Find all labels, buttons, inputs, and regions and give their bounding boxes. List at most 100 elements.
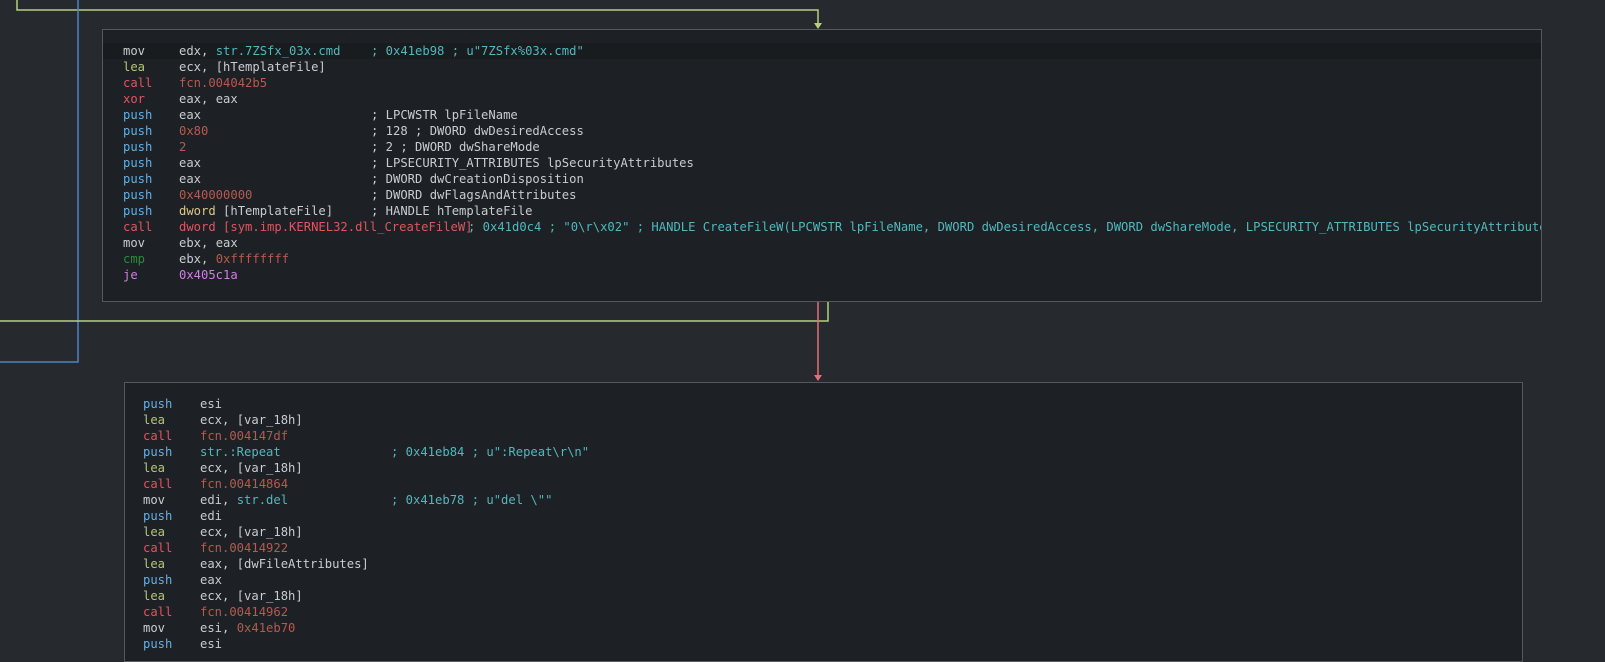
instruction-line[interactable]: cmp ebx, 0xffffffff <box>103 251 1541 267</box>
instruction-operand: 2 <box>179 140 187 154</box>
instruction-mnemonic: call <box>123 76 153 90</box>
instruction-comment: ; 0x41eb78 ; u"del \"" <box>391 493 553 507</box>
instruction-line[interactable]: lea ecx, [var_18h] <box>125 412 1522 428</box>
instruction-operand: esi, 0x41eb70 <box>200 621 296 635</box>
instruction-line[interactable]: push 2 ; 2 ; DWORD dwShareMode <box>103 139 1541 155</box>
instruction-operand: ecx, [var_18h] <box>200 413 303 427</box>
instruction-mnemonic: push <box>123 140 153 154</box>
instruction-line[interactable]: lea ecx, [var_18h] <box>125 588 1522 604</box>
instruction-line[interactable]: call fcn.00414922 <box>125 540 1522 556</box>
instruction-mnemonic: push <box>123 204 153 218</box>
instruction-mnemonic: lea <box>123 60 146 74</box>
instruction-mnemonic: lea <box>143 461 166 475</box>
instruction-mnemonic: push <box>123 188 153 202</box>
instruction-line[interactable]: push eax ; LPSECURITY_ATTRIBUTES lpSecurit… <box>103 155 1541 171</box>
instruction-operand: fcn.00414922 <box>200 541 289 555</box>
edge-left-blue <box>0 0 79 363</box>
instruction-operand: eax <box>200 573 223 587</box>
instruction-line[interactable]: mov edx, str.7ZSfx_03x.cmd ; 0x41eb98 ; u"… <box>103 43 1541 59</box>
instruction-line[interactable]: push str.:Repeat ; 0x41eb84 ; u":Repeat\r\… <box>125 444 1522 460</box>
instruction-mnemonic: call <box>143 429 173 443</box>
instruction-operand: ecx, [var_18h] <box>200 461 303 475</box>
instruction-line[interactable]: mov esi, 0x41eb70 <box>125 620 1522 636</box>
instruction-operand: edi, str.del <box>200 493 289 507</box>
instruction-mnemonic: lea <box>143 525 166 539</box>
instruction-mnemonic: push <box>123 172 153 186</box>
instruction-mnemonic: push <box>143 509 173 523</box>
instruction-comment: ; 0x41d0c4 ; "0\r\x02" ; HANDLE CreateFi… <box>468 220 1541 234</box>
instruction-comment: ; 0x41eb84 ; u":Repeat\r\n" <box>391 445 590 459</box>
block2-instructions: push esi lea ecx, [var_18h] call fcn.004147df… <box>125 396 1522 652</box>
instruction-line[interactable]: lea eax, [dwFileAttributes] <box>125 556 1522 572</box>
instruction-mnemonic: mov <box>143 493 166 507</box>
instruction-mnemonic: xor <box>123 92 146 106</box>
instruction-operand: 0x405c1a <box>179 268 238 282</box>
instruction-line[interactable]: push edi <box>125 508 1522 524</box>
edge-top-green <box>16 0 819 24</box>
instruction-line[interactable]: mov ebx, eax <box>103 235 1541 251</box>
instruction-mnemonic: call <box>143 541 173 555</box>
instruction-mnemonic: push <box>143 397 173 411</box>
instruction-line[interactable]: lea ecx, [var_18h] <box>125 460 1522 476</box>
instruction-mnemonic: cmp <box>123 252 146 266</box>
instruction-operand: fcn.00414962 <box>200 605 289 619</box>
instruction-mnemonic: mov <box>123 236 146 250</box>
instruction-line[interactable]: push esi <box>125 636 1522 652</box>
instruction-mnemonic: lea <box>143 413 166 427</box>
instruction-line[interactable]: je 0x405c1a <box>103 267 1541 283</box>
instruction-operand: eax <box>179 156 202 170</box>
instruction-line[interactable]: push dword [hTemplateFile] ; HANDLE hTempl… <box>103 203 1541 219</box>
instruction-operand: 0x80 <box>179 124 209 138</box>
instruction-mnemonic: push <box>143 637 173 651</box>
instruction-line[interactable]: call fcn.00414864 <box>125 476 1522 492</box>
instruction-line[interactable]: push eax <box>125 572 1522 588</box>
instruction-line[interactable]: push esi <box>125 396 1522 412</box>
instruction-operand: esi <box>200 397 223 411</box>
instruction-line[interactable]: mov edi, str.del ; 0x41eb78 ; u"del \"" <box>125 492 1522 508</box>
instruction-mnemonic: mov <box>123 44 146 58</box>
instruction-operand: 0x40000000 <box>179 188 253 202</box>
instruction-line[interactable]: call fcn.00414962 <box>125 604 1522 620</box>
instruction-comment: ; DWORD dwCreationDisposition <box>371 172 584 186</box>
instruction-mnemonic: push <box>123 108 153 122</box>
instruction-comment: ; DWORD dwFlagsAndAttributes <box>371 188 577 202</box>
instruction-comment: ; LPSECURITY_ATTRIBUTES lpSecurityAttrib… <box>371 156 694 170</box>
instruction-line[interactable]: call dword [sym.imp.KERNEL32.dll_CreateFi… <box>103 219 1541 235</box>
edge-red-arrowhead <box>814 375 822 381</box>
instruction-line[interactable]: push 0x80 ; 128 ; DWORD dwDesiredAccess <box>103 123 1541 139</box>
instruction-operand: edi <box>200 509 223 523</box>
instruction-operand: eax <box>179 172 202 186</box>
instruction-operand: dword [sym.imp.KERNEL32.dll_CreateFileW] <box>179 220 473 234</box>
instruction-mnemonic: mov <box>143 621 166 635</box>
basic-block-repeat[interactable]: push esi lea ecx, [var_18h] call fcn.004147df… <box>124 382 1523 662</box>
instruction-line[interactable]: call fcn.004042b5 <box>103 75 1541 91</box>
instruction-mnemonic: lea <box>143 589 166 603</box>
instruction-line[interactable]: lea ecx, [var_18h] <box>125 524 1522 540</box>
instruction-line[interactable]: xor eax, eax <box>103 91 1541 107</box>
instruction-mnemonic: lea <box>143 557 166 571</box>
edge-bottom-green <box>0 302 829 322</box>
instruction-operand: ebx, 0xffffffff <box>179 252 290 266</box>
instruction-mnemonic: call <box>143 605 173 619</box>
instruction-operand: eax, eax <box>179 92 238 106</box>
instruction-comment: ; 0x41eb98 ; u"7ZSfx%03x.cmd" <box>371 44 584 58</box>
instruction-mnemonic: je <box>123 268 138 282</box>
instruction-line[interactable]: push eax ; DWORD dwCreationDisposition <box>103 171 1541 187</box>
instruction-operand: eax <box>179 108 202 122</box>
instruction-operand: ecx, [var_18h] <box>200 525 303 539</box>
instruction-mnemonic: call <box>143 477 173 491</box>
instruction-operand: ecx, [var_18h] <box>200 589 303 603</box>
instruction-mnemonic: push <box>123 124 153 138</box>
instruction-mnemonic: call <box>123 220 153 234</box>
instruction-comment: ; 128 ; DWORD dwDesiredAccess <box>371 124 584 138</box>
instruction-line[interactable]: lea ecx, [hTemplateFile] <box>103 59 1541 75</box>
instruction-operand: fcn.00414864 <box>200 477 289 491</box>
instruction-comment: ; HANDLE hTemplateFile <box>371 204 533 218</box>
basic-block-createfile[interactable]: mov edx, str.7ZSfx_03x.cmd ; 0x41eb98 ; u"… <box>102 29 1542 302</box>
instruction-operand: dword [hTemplateFile] <box>179 204 334 218</box>
instruction-line[interactable]: push eax ; LPCWSTR lpFileName <box>103 107 1541 123</box>
instruction-line[interactable]: call fcn.004147df <box>125 428 1522 444</box>
instruction-operand: esi <box>200 637 223 651</box>
instruction-line[interactable]: push 0x40000000 ; DWORD dwFlagsAndAttribut… <box>103 187 1541 203</box>
instruction-operand: fcn.004147df <box>200 429 289 443</box>
